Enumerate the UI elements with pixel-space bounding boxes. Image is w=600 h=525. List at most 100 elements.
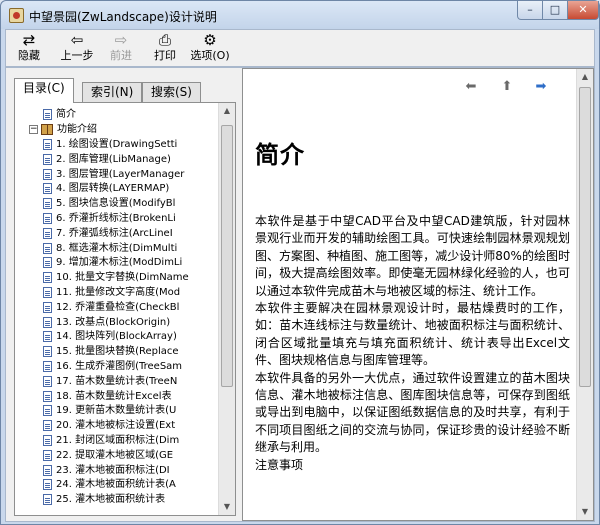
page-icon <box>43 435 52 446</box>
tree-item[interactable]: 6. 乔灌折线标注(BrokenLi <box>43 213 176 225</box>
scroll-down-icon[interactable]: ▼ <box>577 504 593 520</box>
print-icon: ⎙ <box>158 31 171 49</box>
tree-item[interactable]: 3. 图层管理(LayerManager <box>43 168 185 181</box>
home-topic-icon[interactable]: ⬆ <box>499 79 515 95</box>
page-icon <box>43 198 52 210</box>
paragraph: 本软件是基于中望CAD平台及中望CAD建筑版，针对园林景观行业而开发的辅助绘图工… <box>255 214 570 298</box>
tree-item[interactable]: 7. 乔灌弧线标注(ArcLineI <box>43 227 173 240</box>
tree-item[interactable]: 5. 图块信息设置(ModifyBl <box>43 198 175 210</box>
tree-item[interactable]: 16. 生成乔灌图例(TreeSam <box>43 361 182 373</box>
back-icon: ⇦ <box>70 31 84 49</box>
page-icon <box>43 316 52 328</box>
tree-item[interactable]: 11. 批量修改文字高度(Mod <box>43 287 180 299</box>
tree-item-label: 简介 <box>56 109 76 120</box>
back-label: 上一步 <box>60 49 94 62</box>
topic-body: 本软件是基于中望CAD平台及中望CAD建筑版，针对园林景观行业而开发的辅助绘图工… <box>255 213 570 474</box>
scroll-up-icon[interactable]: ▲ <box>219 103 235 119</box>
tree-item[interactable]: 2. 图库管理(LibManage) <box>43 153 171 166</box>
tree-item-label: 23. 灌木地被面积标注(DI <box>56 464 170 476</box>
tree-item[interactable]: 1. 绘图设置(DrawingSetti <box>43 139 177 151</box>
tree-item[interactable]: 4. 图层转换(LAYERMAP) <box>43 183 169 195</box>
print-button[interactable]: ⎙ 打印 <box>150 31 180 67</box>
tree-item[interactable]: 17. 苗木数量统计表(TreeN <box>43 375 178 388</box>
close-button[interactable]: ✕ <box>567 1 599 20</box>
forward-button[interactable]: ⇨ 前进 <box>106 31 136 67</box>
tree-item-label: 3. 图层管理(LayerManager <box>56 168 185 180</box>
back-button[interactable]: ⇦ 上一步 <box>58 31 96 67</box>
forward-label: 前进 <box>110 49 132 62</box>
tree-item-label: 15. 批量图块替换(Replace <box>56 346 179 358</box>
tree-scrollbar[interactable]: ▲ ▼ <box>218 103 235 515</box>
tree-group-label: 功能介绍 <box>57 124 97 135</box>
topic-scrollbar[interactable]: ▲ ▼ <box>576 69 593 520</box>
tree-item[interactable]: 22. 提取灌木地被区域(GE <box>43 449 174 462</box>
paragraph: 本软件主要解决在园林景观设计时，最枯燥费时的工作，如：苗木连线标注与数量统计、地… <box>255 301 570 368</box>
tree-item-intro[interactable]: 简介 <box>43 109 76 121</box>
tree-item[interactable]: 19. 更新苗木数量统计表(U <box>43 405 176 417</box>
tree-item-label: 19. 更新苗木数量统计表(U <box>56 405 177 417</box>
tree-item[interactable]: 21. 封闭区域面积标注(Dim <box>43 435 179 447</box>
tree-item-label: 9. 增加灌木标注(ModDimLi <box>56 257 183 269</box>
tree-item-label: 20. 灌木地被标注设置(Ext <box>56 420 176 432</box>
next-topic-icon[interactable]: ➡ <box>533 79 549 95</box>
window-title: 中望景园(ZwLandscape)设计说明 <box>29 10 217 24</box>
tab-contents[interactable]: 目录(C) <box>14 78 74 103</box>
maximize-button[interactable]: □ <box>542 1 568 20</box>
scrollbar-thumb[interactable] <box>579 87 591 387</box>
tree-item-label: 16. 生成乔灌图例(TreeSam <box>56 361 183 372</box>
tree-item[interactable]: 14. 图块阵列(BlockArray) <box>43 331 177 343</box>
prev-topic-icon[interactable]: ⬅ <box>463 79 479 95</box>
hide-button[interactable]: ⇄ 隐藏 <box>14 31 44 67</box>
tree-item[interactable]: 12. 乔灌重叠检查(CheckBl <box>43 301 179 314</box>
tree-group-features[interactable]: − 功能介绍 <box>29 124 97 136</box>
tree-item[interactable]: 24. 灌木地被面积统计表(A <box>43 479 176 491</box>
collapse-icon[interactable]: − <box>29 125 38 134</box>
book-icon <box>41 124 53 135</box>
scroll-up-icon[interactable]: ▲ <box>577 69 593 85</box>
page-icon <box>43 242 52 254</box>
tree-item-label: 6. 乔灌折线标注(BrokenLi <box>56 213 176 224</box>
tree-item-label: 14. 图块阵列(BlockArray) <box>56 331 177 343</box>
page-icon <box>43 287 52 298</box>
page-icon <box>43 375 52 387</box>
page-icon <box>43 183 52 195</box>
tree-item[interactable]: 18. 苗木数量统计Excel表 <box>43 390 172 403</box>
page-icon <box>43 109 52 120</box>
scrollbar-thumb[interactable] <box>221 125 233 387</box>
tree-item[interactable]: 20. 灌木地被标注设置(Ext <box>43 420 175 432</box>
title-bar[interactable]: 中望景园(ZwLandscape)设计说明 – □ ✕ <box>1 1 599 29</box>
toolbar: ⇄ 隐藏 ⇦ 上一步 ⇨ 前进 ⎙ 打印 ⚙ 选项(O) <box>5 29 595 67</box>
options-button[interactable]: ⚙ 选项(O) <box>188 31 232 67</box>
tree-item-label: 24. 灌木地被面积统计表(A <box>56 479 176 491</box>
tree-item[interactable]: 8. 框选灌木标注(DimMulti <box>43 242 177 255</box>
tab-search[interactable]: 搜索(S) <box>142 82 201 102</box>
scroll-down-icon[interactable]: ▼ <box>219 499 235 515</box>
page-icon <box>43 331 52 343</box>
tree-item[interactable]: 15. 批量图块替换(Replace <box>43 346 179 358</box>
page-icon <box>43 494 52 506</box>
tab-index[interactable]: 索引(N) <box>82 82 143 102</box>
page-icon <box>43 168 52 180</box>
tree-item[interactable]: 25. 灌木地被面积统计表 <box>43 494 165 506</box>
page-icon <box>43 361 52 372</box>
paragraph: 注意事项 <box>255 457 304 472</box>
tree-item-label: 4. 图层转换(LAYERMAP) <box>56 183 170 195</box>
tree-item-label: 17. 苗木数量统计表(TreeN <box>56 375 178 387</box>
app-icon <box>9 8 24 23</box>
tree-item-label: 1. 绘图设置(DrawingSetti <box>56 139 178 150</box>
tree-item[interactable]: 13. 改基点(BlockOrigin) <box>43 316 170 329</box>
topic-nav: ⬅ ⬆ ➡ <box>463 79 563 95</box>
contents-tree: 简介 − 功能介绍 1. 绘图设置(DrawingSetti 2. 图库管理(Lib… <box>17 107 217 513</box>
page-icon <box>43 420 52 432</box>
tree-item[interactable]: 9. 增加灌木标注(ModDimLi <box>43 257 182 269</box>
page-icon <box>43 272 52 284</box>
page-icon <box>43 213 52 224</box>
options-label: 选项(O) <box>190 49 230 62</box>
nav-tabs: 目录(C) 索引(N) 搜索(S) <box>14 78 234 103</box>
print-label: 打印 <box>154 49 176 62</box>
minimize-button[interactable]: – <box>517 1 543 20</box>
navigation-pane: 目录(C) 索引(N) 搜索(S) 简介 − 功能介绍 1. 绘图设置(Drawi… <box>8 68 240 521</box>
tree-item[interactable]: 23. 灌木地被面积标注(DI <box>43 464 170 477</box>
tree-item[interactable]: 10. 批量文字替换(DimName <box>43 272 189 284</box>
tree-item-label: 22. 提取灌木地被区域(GE <box>56 449 174 461</box>
